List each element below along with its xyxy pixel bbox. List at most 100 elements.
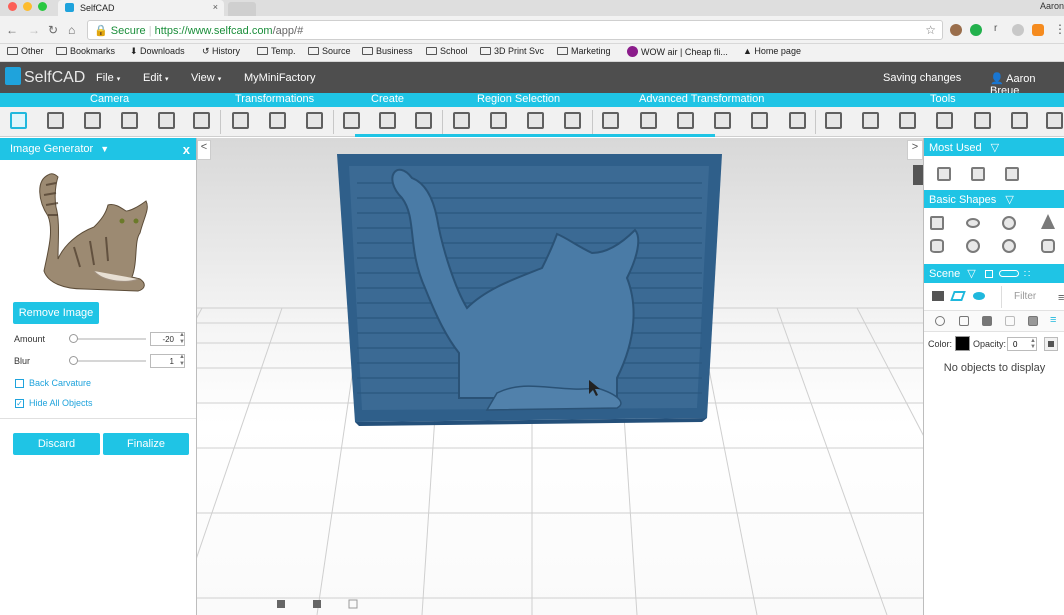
spike-tool-icon[interactable] — [714, 112, 731, 129]
close-panel-icon[interactable]: x — [183, 142, 190, 157]
browser-tab-selfcad[interactable]: SelfCAD × — [58, 0, 224, 16]
move-tool-icon[interactable] — [232, 112, 249, 129]
blur-stepper-icon[interactable]: ▲ ▼ — [179, 354, 185, 368]
select-face-icon[interactable] — [490, 112, 507, 129]
align-tool-icon[interactable] — [936, 112, 953, 129]
bevel-tool-icon[interactable] — [602, 112, 619, 129]
cube-shape-icon[interactable] — [930, 216, 944, 230]
bookmark-source[interactable]: Source — [308, 46, 351, 56]
file-menu[interactable]: File ▾ — [96, 72, 120, 84]
bookmark-business[interactable]: Business — [362, 46, 413, 56]
extension-r-icon[interactable]: r — [994, 23, 997, 34]
browser-menu-icon[interactable]: ⋮ — [1054, 22, 1064, 36]
hide-all-objects-label[interactable]: Hide All Objects — [29, 398, 93, 408]
discard-button[interactable]: Discard — [13, 433, 100, 455]
most-used-cube-icon[interactable] — [937, 167, 951, 181]
remove-image-button[interactable]: Remove Image — [13, 302, 99, 324]
intersect-tool-icon[interactable] — [899, 112, 916, 129]
category-create[interactable]: Create — [371, 93, 404, 105]
solid-mode-icon[interactable] — [982, 316, 992, 326]
settings-sliders-icon[interactable]: ≡ — [1050, 314, 1056, 326]
polyhedron-shape-icon[interactable] — [1041, 239, 1055, 253]
view-menu[interactable]: View ▾ — [191, 72, 221, 84]
create-extrude-icon[interactable] — [379, 112, 396, 129]
link-objects-icon[interactable] — [950, 291, 966, 301]
forward-arrow-icon[interactable]: → — [28, 23, 40, 37]
collapse-triangle-icon[interactable]: ▽ — [991, 142, 999, 154]
twist-tool-icon[interactable] — [751, 112, 768, 129]
3d-viewport[interactable] — [36, 138, 1018, 615]
bookmark-school[interactable]: School — [426, 46, 468, 56]
collapse-triangle-icon[interactable]: ▽ — [1005, 194, 1013, 206]
sculpt-tool-icon[interactable] — [1046, 112, 1063, 129]
bridge-tool-icon[interactable] — [677, 112, 694, 129]
bend-tool-icon[interactable] — [789, 112, 806, 129]
address-bar[interactable]: 🔒 Secure | https://www.selfcad.com/app/#… — [87, 20, 943, 40]
create-shape-icon[interactable] — [415, 112, 432, 129]
blur-slider-handle[interactable] — [69, 356, 78, 365]
edit-menu[interactable]: Edit ▾ — [143, 72, 169, 84]
new-tab-button[interactable] — [228, 2, 256, 16]
lock-toggle-icon[interactable] — [959, 316, 969, 326]
collapse-left-panel-button[interactable]: < — [197, 140, 211, 160]
cloud-extension-icon[interactable] — [1012, 24, 1024, 36]
bookmark-star-icon[interactable]: ☆ — [925, 23, 936, 37]
select-edge-icon[interactable] — [527, 112, 544, 129]
basic-shapes-header[interactable]: Basic Shapes ▽ — [924, 190, 1064, 208]
wireframe-mode-icon[interactable] — [1005, 316, 1015, 326]
most-used-scale-icon[interactable] — [971, 167, 985, 181]
rotate-tool-icon[interactable] — [306, 112, 323, 129]
select-object-icon[interactable] — [564, 112, 581, 129]
bookmark-downloads[interactable]: ⬇ Downloads — [130, 46, 185, 57]
minimize-window-button[interactable] — [23, 2, 32, 11]
scene-filter-input[interactable]: Filter — [1001, 286, 1055, 308]
select-vertex-icon[interactable] — [453, 112, 470, 129]
camera-pan-icon[interactable] — [84, 112, 101, 129]
camera-ortho-icon[interactable] — [193, 112, 210, 129]
bookmark-other[interactable]: Other — [7, 46, 44, 56]
collapse-triangle-icon[interactable]: ▽ — [967, 268, 975, 280]
most-used-move-icon[interactable] — [1005, 167, 1019, 181]
filter-menu-icon[interactable]: ≡ — [1058, 292, 1064, 304]
scene-list-toggle-icon[interactable] — [984, 270, 993, 278]
eye-toggle-icon[interactable] — [935, 316, 945, 326]
relief-model[interactable] — [337, 154, 722, 426]
union-tool-icon[interactable] — [825, 112, 842, 129]
color-swatch[interactable] — [955, 336, 970, 351]
camera-rotate-icon[interactable] — [121, 112, 138, 129]
bookmark-home-page[interactable]: ▲ Home page — [743, 46, 801, 56]
grid-view-icon[interactable]: ∷ — [1024, 269, 1030, 280]
extension-avatar-icon[interactable] — [950, 24, 962, 36]
blur-slider[interactable] — [72, 360, 146, 362]
selfcad-logo[interactable]: SelfCAD — [5, 67, 85, 87]
extension-orange-icon[interactable] — [1032, 24, 1044, 36]
category-camera[interactable]: Camera — [90, 93, 129, 105]
collapse-right-panel-button[interactable]: > — [907, 140, 923, 160]
create-cube-icon[interactable] — [343, 112, 360, 129]
category-transformations[interactable]: Transformations — [235, 93, 314, 105]
bookmark-marketing[interactable]: Marketing — [557, 46, 611, 56]
visibility-eye-icon[interactable] — [973, 292, 985, 300]
opacity-stepper-icon[interactable]: ▲ ▼ — [1030, 338, 1036, 350]
bookmark-history[interactable]: ↺ History — [202, 46, 240, 57]
bookmark-bookmarks[interactable]: Bookmarks — [56, 46, 115, 56]
cone-shape-icon[interactable] — [1041, 214, 1055, 229]
finalize-button[interactable]: Finalize — [103, 433, 189, 455]
group-objects-icon[interactable] — [932, 291, 944, 301]
scale-tool-icon[interactable] — [269, 112, 286, 129]
material-settings-button[interactable] — [1044, 337, 1058, 351]
most-used-header[interactable]: Most Used ▽ — [924, 138, 1064, 156]
mirror-tool-icon[interactable] — [974, 112, 991, 129]
back-curvature-checkbox[interactable] — [15, 379, 24, 388]
bookmark-3d-print-svc[interactable]: 3D Print Svc — [480, 46, 544, 56]
maximize-window-button[interactable] — [38, 2, 47, 11]
reload-icon[interactable]: ↻ — [48, 23, 58, 37]
amount-stepper-icon[interactable]: ▲ ▼ — [179, 332, 185, 346]
scene-header[interactable]: Scene ▽ ∷ — [924, 264, 1064, 283]
home-icon[interactable]: ⌂ — [68, 23, 75, 37]
tab-close-icon[interactable]: × — [213, 2, 218, 12]
cylinder-shape-icon[interactable] — [930, 239, 944, 253]
amount-slider-handle[interactable] — [69, 334, 78, 343]
viewport-side-handle[interactable] — [913, 165, 923, 185]
torus-shape-icon[interactable] — [966, 218, 980, 228]
